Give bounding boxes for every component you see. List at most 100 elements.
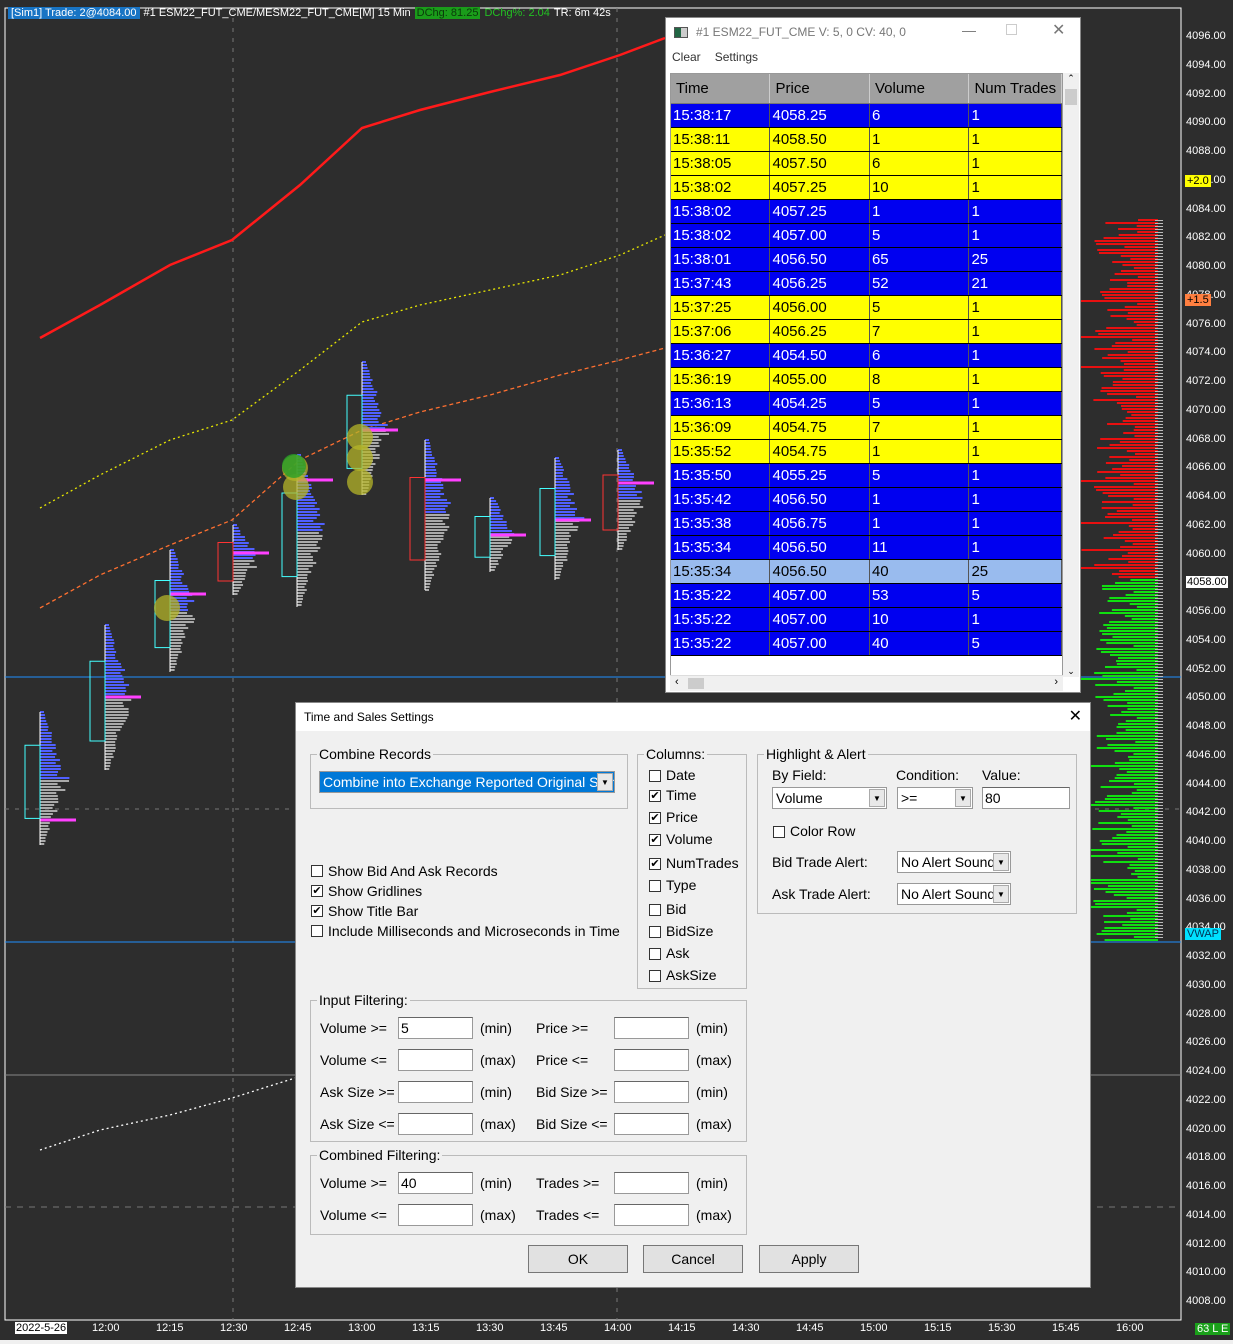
scroll-up-icon[interactable]: ⌃	[1063, 73, 1079, 84]
table-row[interactable]: 15:36:13 4054.25 5 1	[671, 392, 1062, 416]
chevron-down-icon[interactable]: ▼	[597, 773, 613, 791]
option-checkbox[interactable]: ✔	[311, 905, 323, 917]
column-checkbox-bidsize[interactable]	[649, 926, 661, 938]
table-row[interactable]: 15:36:09 4054.75 7 1	[671, 416, 1062, 440]
volume-profile-bar[interactable]	[474, 497, 526, 572]
table-row[interactable]: 15:35:22 4057.00 53 5	[671, 584, 1062, 608]
table-row[interactable]: 15:35:50 4055.25 5 1	[671, 464, 1062, 488]
scroll-left-icon[interactable]: ‹	[675, 676, 679, 688]
column-checkbox-type[interactable]	[649, 880, 661, 892]
column-checkbox-price[interactable]: ✔	[649, 812, 661, 824]
scroll-right-icon[interactable]: ›	[1054, 676, 1058, 688]
menu-settings[interactable]: Settings	[715, 50, 758, 64]
option-checkbox[interactable]: ✔	[311, 885, 323, 897]
table-row[interactable]: 15:38:02 4057.00 5 1	[671, 224, 1062, 248]
column-checkbox-bid[interactable]	[649, 904, 661, 916]
filter-input[interactable]	[398, 1081, 473, 1103]
condition-select[interactable]: >= ▼	[897, 787, 973, 809]
volume-profile-bar[interactable]	[24, 711, 76, 845]
column-checkbox-numtrades[interactable]: ✔	[649, 858, 661, 870]
table-row[interactable]: 15:38:02 4057.25 10 1	[671, 176, 1062, 200]
bid-alert-select[interactable]: No Alert Sound ▼	[897, 851, 1011, 873]
column-checkbox-time[interactable]: ✔	[649, 790, 661, 802]
filter-input[interactable]	[614, 1081, 689, 1103]
column-checkbox-ask[interactable]	[649, 948, 661, 960]
maximize-icon[interactable]	[1006, 24, 1017, 35]
option-checkbox[interactable]	[311, 865, 323, 877]
large-trade-marker[interactable]	[347, 445, 373, 471]
table-row[interactable]: 15:38:05 4057.50 6 1	[671, 152, 1062, 176]
col-volume[interactable]: Volume	[870, 74, 970, 103]
table-row[interactable]: 15:35:42 4056.50 1 1	[671, 488, 1062, 512]
filter-input[interactable]	[398, 1113, 473, 1135]
ok-button[interactable]: OK	[528, 1245, 628, 1273]
option-checkbox[interactable]	[311, 925, 323, 937]
column-checkbox-asksize[interactable]	[649, 970, 661, 982]
close-icon[interactable]: ✕	[1052, 20, 1065, 40]
volume-profile-bar[interactable]	[409, 439, 461, 591]
chevron-down-icon[interactable]: ▼	[955, 789, 971, 807]
filter-input[interactable]	[398, 1204, 473, 1226]
table-row[interactable]: 15:38:01 4056.50 65 25	[671, 248, 1062, 272]
menu-clear[interactable]: Clear	[672, 50, 701, 64]
highlight-value-input[interactable]: 80	[982, 787, 1070, 809]
hscroll-thumb[interactable]	[688, 678, 704, 689]
large-trade-marker[interactable]	[347, 469, 373, 495]
col-time[interactable]: Time	[671, 74, 771, 103]
table-row[interactable]: 15:35:22 4057.00 10 1	[671, 608, 1062, 632]
color-row-checkbox[interactable]	[773, 826, 785, 838]
col-num-trades[interactable]: Num Trades	[969, 74, 1062, 103]
col-price[interactable]: Price	[770, 74, 870, 103]
large-trade-marker[interactable]	[282, 454, 306, 478]
column-checkbox-date[interactable]	[649, 770, 661, 782]
table-row[interactable]: 15:35:52 4054.75 1 1	[671, 440, 1062, 464]
filter-input[interactable]	[614, 1204, 689, 1226]
ts-table[interactable]: Time Price Volume Num Trades 15:38:17 405…	[670, 73, 1063, 691]
volume-profile-bar[interactable]	[217, 524, 269, 595]
table-row[interactable]: 15:38:02 4057.25 1 1	[671, 200, 1062, 224]
scroll-down-icon[interactable]: ⌄	[1063, 666, 1079, 677]
large-trade-marker[interactable]	[283, 474, 309, 500]
cancel-button[interactable]: Cancel	[643, 1245, 743, 1273]
table-row[interactable]: 15:35:38 4056.75 1 1	[671, 512, 1062, 536]
table-row[interactable]: 15:36:27 4054.50 6 1	[671, 344, 1062, 368]
filter-input[interactable]: 5	[398, 1017, 473, 1039]
horizontal-scrollbar[interactable]: ‹ ›	[670, 675, 1063, 691]
table-row[interactable]: 15:35:34 4056.50 40 25	[671, 560, 1062, 584]
apply-button[interactable]: Apply	[759, 1245, 859, 1273]
combine-records-select[interactable]: Combine into Exchange Reported Original …	[319, 771, 615, 793]
ask-alert-select[interactable]: No Alert Sound ▼	[897, 883, 1011, 905]
filter-input[interactable]	[614, 1017, 689, 1039]
table-row[interactable]: 15:37:43 4056.25 52 21	[671, 272, 1062, 296]
table-row[interactable]: 15:35:34 4056.50 11 1	[671, 536, 1062, 560]
volume-profile-bar[interactable]	[539, 457, 591, 580]
chevron-down-icon[interactable]: ▼	[869, 789, 885, 807]
table-row[interactable]: 15:37:25 4056.00 5 1	[671, 296, 1062, 320]
minimize-icon[interactable]: —	[962, 22, 976, 38]
vertical-scrollbar[interactable]: ⌃ ⌄	[1063, 73, 1079, 677]
time-tick-label: 14:30	[732, 1322, 760, 1334]
large-trade-marker[interactable]	[154, 595, 180, 621]
chevron-down-icon[interactable]: ▼	[993, 885, 1009, 903]
table-row[interactable]: 15:36:19 4055.00 8 1	[671, 368, 1062, 392]
filter-input[interactable]: 40	[398, 1172, 473, 1194]
chevron-down-icon[interactable]: ▼	[993, 853, 1009, 871]
column-checkbox-volume[interactable]: ✔	[649, 834, 661, 846]
settings-dialog[interactable]: Time and Sales Settings ✕ Combine Record…	[295, 702, 1091, 1288]
filter-input[interactable]	[398, 1049, 473, 1071]
volume-profile-bar[interactable]	[89, 624, 141, 770]
filter-input[interactable]	[614, 1172, 689, 1194]
table-row[interactable]: 15:38:17 4058.25 6 1	[671, 104, 1062, 128]
table-row[interactable]: 15:35:22 4057.00 40 5	[671, 632, 1062, 656]
dialog-close-icon[interactable]: ✕	[1069, 706, 1082, 726]
table-row[interactable]: 15:37:06 4056.25 7 1	[671, 320, 1062, 344]
scroll-thumb[interactable]	[1065, 89, 1077, 105]
table-row[interactable]: 15:38:11 4058.50 1 1	[671, 128, 1062, 152]
filter-input[interactable]	[614, 1049, 689, 1071]
filter-input[interactable]	[614, 1113, 689, 1135]
ts-title-bar[interactable]: #1 ESM22_FUT_CME V: 5, 0 CV: 40, 0 — ✕	[666, 18, 1080, 46]
by-field-select[interactable]: Volume ▼	[772, 787, 887, 809]
time-and-sales-window[interactable]: #1 ESM22_FUT_CME V: 5, 0 CV: 40, 0 — ✕ C…	[665, 17, 1081, 693]
price-tick-label: 4010.00	[1186, 1266, 1226, 1279]
volume-profile-bar[interactable]	[602, 449, 654, 550]
